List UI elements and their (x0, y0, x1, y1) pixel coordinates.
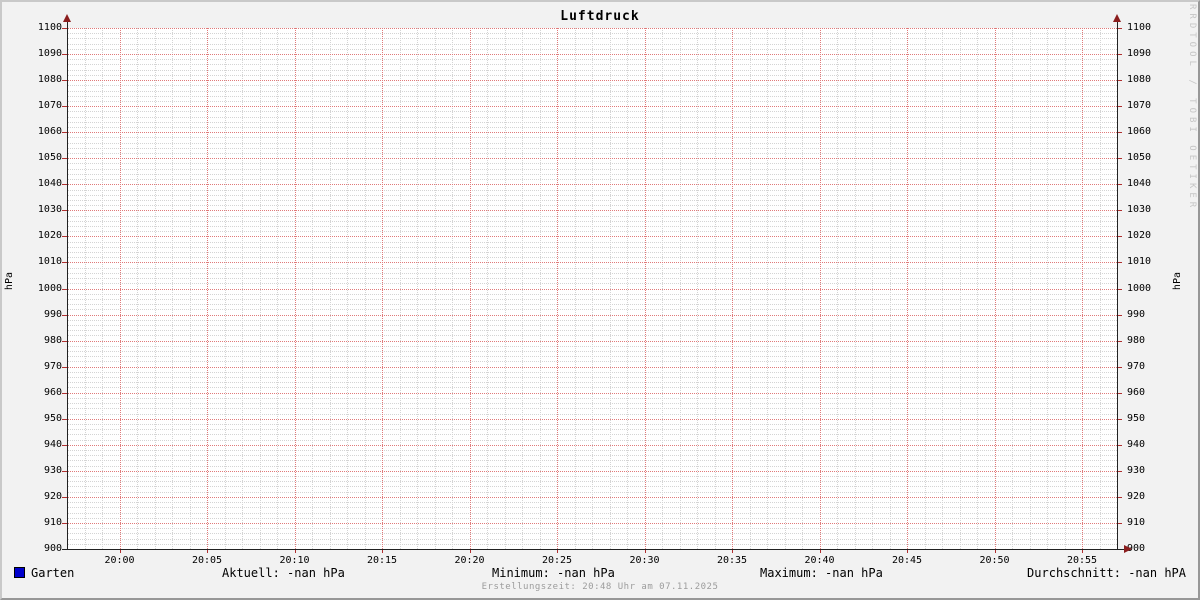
gridline-major-vertical (557, 28, 558, 549)
y-tick-label-left: 1050 (37, 152, 62, 164)
gridline-major-horizontal (67, 496, 1117, 498)
gridline-major-horizontal (67, 522, 1117, 524)
stat-durchschnitt: Durchschnitt: -nan hPA (1027, 566, 1186, 580)
stat-minimum: Minimum: -nan hPa (492, 566, 615, 580)
gridline-major-vertical (207, 28, 208, 549)
y-tick-label-left: 980 (43, 334, 62, 346)
y-tick-label-left: 1000 (37, 282, 62, 294)
gridline-major-horizontal (67, 184, 1117, 186)
gridline-major-horizontal (67, 106, 1117, 108)
y-tick-label-left: 920 (43, 490, 62, 502)
y-tick-label-right: 1030 (1127, 204, 1152, 216)
rrdtool-graph: Luftdruck hPa hPa 900 900 910 910 920 920 930 9… (0, 0, 1200, 600)
gridline-major-horizontal (67, 418, 1117, 420)
y-axis-arrow-left-icon (63, 14, 71, 22)
stat-maximum: Maximum: -nan hPa (760, 566, 883, 580)
y-tick-label-left: 1030 (37, 204, 62, 216)
y-tick-label-left: 910 (43, 516, 62, 528)
y-tick-label-right: 900 (1127, 543, 1146, 554)
y-tick-label-right: 1020 (1127, 230, 1152, 242)
y-axis-right (1117, 22, 1118, 549)
y-tick-label-left: 1010 (37, 256, 62, 268)
creation-timestamp: Erstellungszeit: 20:48 Uhr am 07.11.2025 (481, 582, 719, 592)
y-tick-label-right: 950 (1127, 412, 1146, 424)
gridline-major-horizontal (67, 80, 1117, 82)
y-tick-label-right: 1000 (1127, 282, 1152, 294)
y-tick-label-left: 1040 (37, 178, 62, 190)
legend: Garten Aktuell: -nan hPa Minimum: -nan h… (0, 566, 1200, 582)
y-tick-label-right: 930 (1127, 464, 1146, 476)
y-tick-label-right: 1080 (1127, 74, 1152, 86)
y-tick-label-right: 960 (1127, 386, 1146, 398)
gridline-major-horizontal (67, 366, 1117, 368)
y-tick-label-left: 1070 (37, 100, 62, 112)
y-tick-label-left: 930 (43, 464, 62, 476)
gridline-major-horizontal (67, 444, 1117, 446)
y-tick-label-left: 1020 (37, 230, 62, 242)
series-label: Garten (31, 566, 75, 580)
y-axis-left (67, 22, 68, 549)
gridline-major-vertical (644, 28, 646, 549)
y-tick-label-right: 1040 (1127, 178, 1152, 190)
gridline-major-vertical (994, 28, 996, 549)
gridline-major-vertical (907, 28, 908, 549)
y-tick-label-right: 910 (1127, 516, 1146, 528)
gridline-major-horizontal (67, 340, 1117, 342)
y-tick-label-right: 1010 (1127, 256, 1152, 268)
gridline-major-vertical (1082, 28, 1083, 549)
y-tick-label-right: 990 (1127, 308, 1146, 320)
gridline-major-vertical (469, 28, 471, 549)
y-tick-label-left: 970 (43, 360, 62, 372)
y-tick-label-left: 960 (43, 386, 62, 398)
y-axis-unit-left: hPa (4, 272, 15, 291)
chart-title: Luftdruck (560, 9, 640, 24)
y-axis-arrow-right-icon (1113, 14, 1121, 22)
y-tick-label-right: 940 (1127, 438, 1146, 450)
y-tick-label-left: 950 (43, 412, 62, 424)
plot-area: 900 900 910 910 920 920 930 930 940 940 950 950 960 9… (38, 14, 1151, 566)
gridline-major-horizontal (67, 262, 1117, 264)
y-axis-unit-right: hPa (1172, 272, 1183, 291)
gridline-major-vertical (382, 28, 383, 549)
y-tick-label-right: 1100 (1127, 22, 1152, 33)
y-tick-label-left: 900 (43, 543, 62, 554)
gridline-major-horizontal (67, 392, 1117, 394)
y-tick-label-left: 990 (43, 308, 62, 320)
gridline-major-horizontal (67, 210, 1117, 212)
gridline-major-vertical (119, 28, 121, 549)
gridline-major-vertical (732, 28, 733, 549)
gridline-major-horizontal (67, 470, 1117, 472)
gridline-major-horizontal (67, 158, 1117, 160)
y-tick-label-left: 1060 (37, 126, 62, 138)
series-color-swatch (14, 567, 25, 578)
y-tick-label-right: 1070 (1127, 100, 1152, 112)
rrdtool-watermark: RRDTOOL / TOBI OETIKER (1187, 4, 1197, 212)
y-tick-label-right: 970 (1127, 360, 1146, 372)
gridline-major-vertical (294, 28, 296, 549)
y-tick-label-left: 940 (43, 438, 62, 450)
gridline-major-horizontal (67, 314, 1117, 316)
gridline-major-horizontal (67, 28, 1117, 29)
x-axis (62, 549, 1124, 550)
gridline-major-vertical (819, 28, 821, 549)
gridline-major-horizontal (67, 54, 1117, 56)
y-tick-label-right: 1050 (1127, 152, 1152, 164)
x-axis-arrow-icon (1124, 545, 1132, 553)
gridline-major-horizontal (67, 288, 1117, 290)
y-tick-label-right: 980 (1127, 334, 1146, 346)
y-tick-label-left: 1080 (37, 74, 62, 86)
y-tick-label-right: 1060 (1127, 126, 1152, 138)
stat-aktuell: Aktuell: -nan hPa (222, 566, 345, 580)
y-tick-label-left: 1090 (37, 48, 62, 60)
gridline-major-horizontal (67, 236, 1117, 238)
y-tick-label-left: 1100 (37, 22, 62, 33)
y-tick-label-right: 920 (1127, 490, 1146, 502)
y-tick-label-right: 1090 (1127, 48, 1152, 60)
gridline-major-horizontal (67, 132, 1117, 134)
